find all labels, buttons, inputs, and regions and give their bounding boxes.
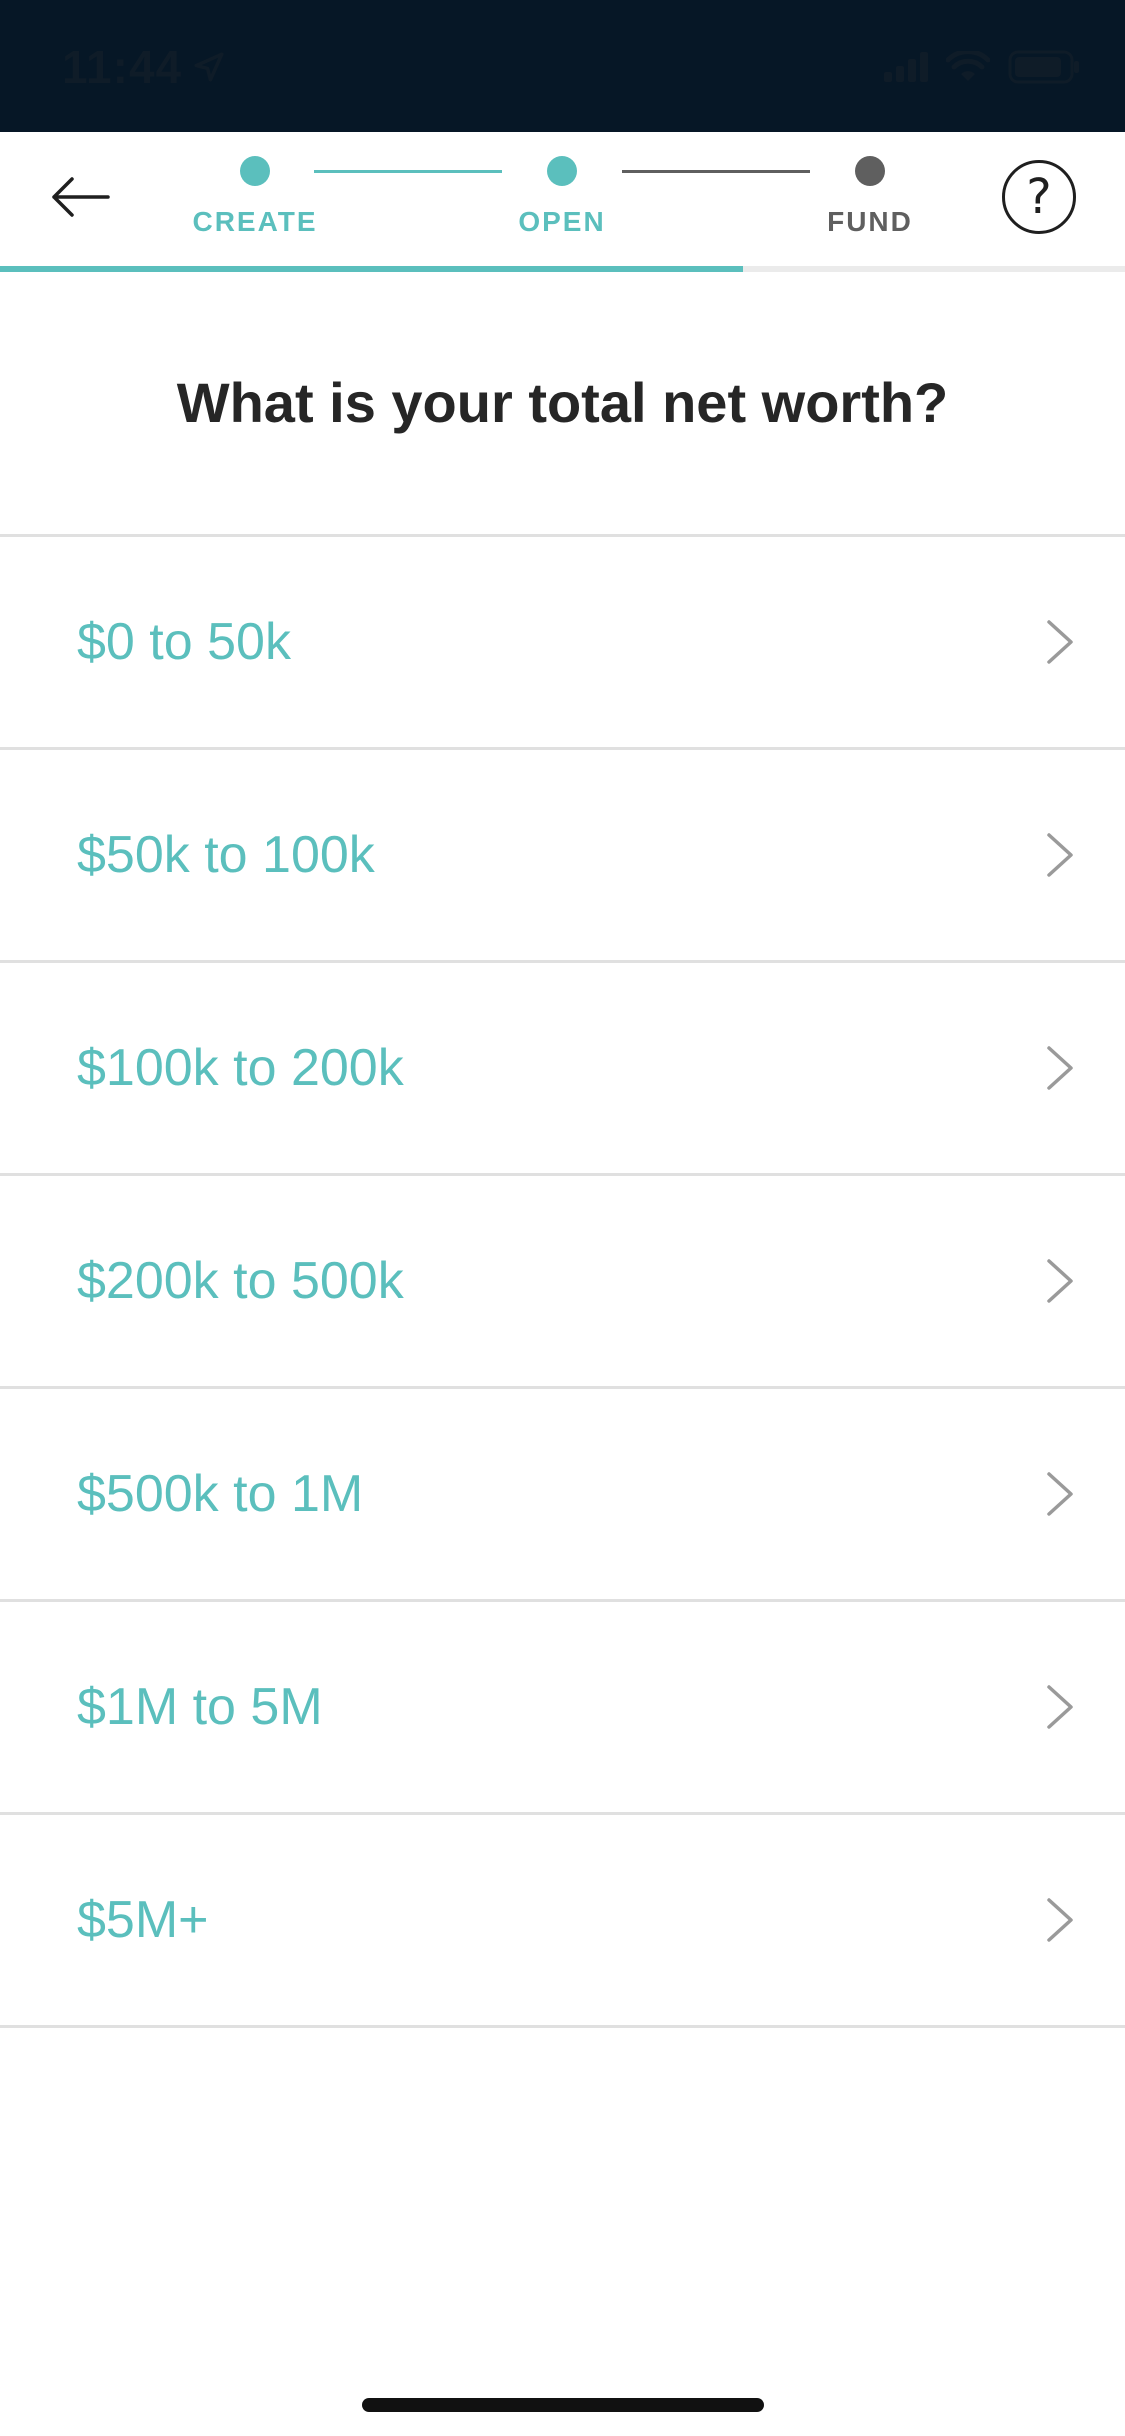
screen: 11:44 CREATE OPEN FUND ? What is your to… — [0, 0, 1125, 2436]
chevron-right-icon — [1047, 1685, 1073, 1729]
status-icons — [884, 50, 1080, 84]
option-label: $200k to 500k — [77, 1252, 404, 1310]
step-dot-create — [240, 156, 270, 186]
chevron-right-icon — [1047, 833, 1073, 877]
back-button[interactable] — [40, 157, 120, 237]
progress-bar-fill — [0, 266, 743, 272]
chevron-right-icon — [1047, 1046, 1073, 1090]
option-row[interactable]: $0 to 50k — [0, 537, 1125, 750]
help-button[interactable]: ? — [1002, 160, 1076, 234]
status-time: 11:44 — [62, 41, 183, 93]
step-connector-open-fund — [622, 170, 810, 173]
option-label: $5M+ — [77, 1891, 209, 1949]
step-label-open: OPEN — [518, 206, 606, 237]
step-label-fund: FUND — [827, 206, 913, 237]
option-row[interactable]: $5M+ — [0, 1815, 1125, 2028]
option-label: $0 to 50k — [77, 613, 291, 671]
options-list: $0 to 50k $50k to 100k $100k to 200k $20… — [0, 534, 1125, 2028]
step-dot-open — [547, 156, 577, 186]
chevron-right-icon — [1047, 620, 1073, 664]
home-indicator — [362, 2398, 764, 2412]
header-stepper: CREATE OPEN FUND ? — [0, 132, 1125, 272]
cellular-signal-icon — [884, 52, 928, 82]
progress-bar — [0, 266, 1125, 272]
help-icon: ? — [1026, 169, 1052, 225]
option-row[interactable]: $500k to 1M — [0, 1389, 1125, 1602]
status-bar: 11:44 — [0, 0, 1125, 132]
option-label: $100k to 200k — [77, 1039, 404, 1097]
option-label: $50k to 100k — [77, 826, 375, 884]
chevron-right-icon — [1047, 1898, 1073, 1942]
wifi-icon — [946, 51, 990, 81]
chevron-right-icon — [1047, 1259, 1073, 1303]
status-time-group: 11:44 — [62, 40, 226, 94]
option-label: $500k to 1M — [77, 1465, 364, 1523]
step-dot-fund — [855, 156, 885, 186]
option-row[interactable]: $50k to 100k — [0, 750, 1125, 963]
arrow-left-icon — [52, 177, 110, 217]
page-title: What is your total net worth? — [176, 371, 949, 434]
option-row[interactable]: $100k to 200k — [0, 963, 1125, 1176]
chevron-right-icon — [1047, 1472, 1073, 1516]
step-connector-create-open — [314, 170, 502, 173]
option-row[interactable]: $1M to 5M — [0, 1602, 1125, 1815]
battery-icon — [1008, 50, 1079, 84]
step-label-create: CREATE — [192, 206, 318, 237]
option-label: $1M to 5M — [77, 1678, 323, 1736]
option-row[interactable]: $200k to 500k — [0, 1176, 1125, 1389]
location-arrow-icon — [194, 52, 224, 82]
